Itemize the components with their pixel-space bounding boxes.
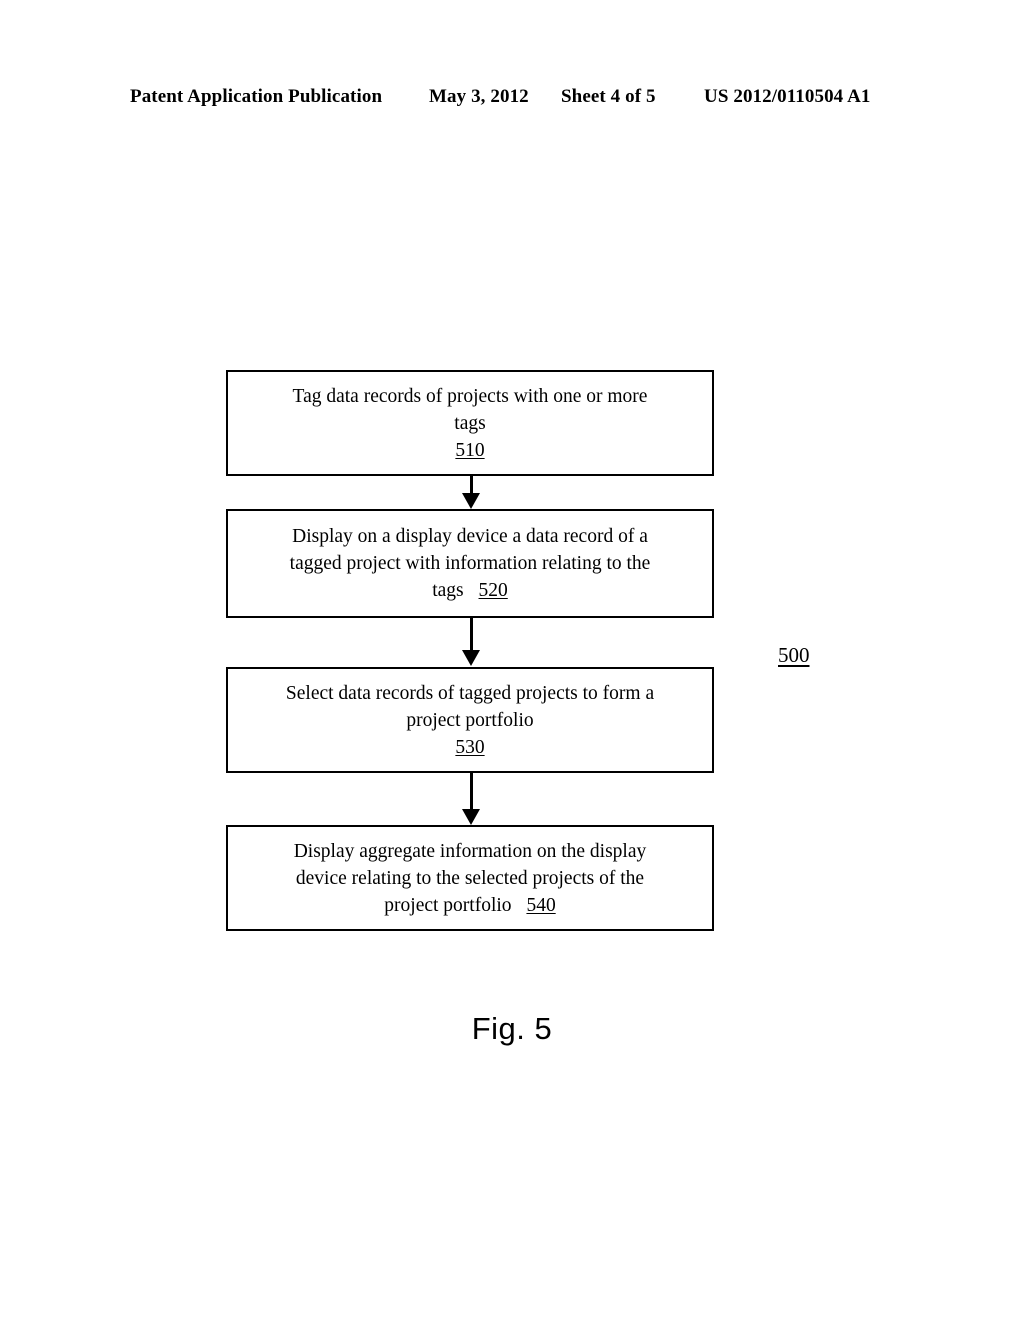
figure-caption: Fig. 5 [471,1011,553,1046]
step-530-reference: 530 [455,736,485,758]
arrowhead-520-to-530-icon [462,650,480,666]
flowchart-step-510: Tag data records of projects with one or… [226,370,714,476]
flowchart-step-530-text: Select data records of tagged projects t… [272,680,668,761]
flowchart-diagram: Tag data records of projects with one or… [0,0,1024,1320]
flowchart-step-530: Select data records of tagged projects t… [226,667,714,773]
arrowhead-510-to-520-icon [462,493,480,509]
step-510-reference: 510 [455,439,485,461]
step-510-body: Tag data records of projects with one or… [292,385,648,434]
flowchart-step-510-text: Tag data records of projects with one or… [279,383,662,464]
flowchart-step-520-text: Display on a display device a data recor… [276,523,665,604]
step-540-body: Display aggregate information on the dis… [293,840,647,916]
flowchart-step-520: Display on a display device a data recor… [226,509,714,618]
flowchart-step-540: Display aggregate information on the dis… [226,825,714,931]
arrowhead-530-to-540-icon [462,809,480,825]
step-540-reference: 540 [526,894,556,916]
step-530-body: Select data records of tagged projects t… [285,682,655,731]
connector-530-to-540 [470,773,473,809]
connector-510-to-520 [470,476,473,494]
flowchart-step-540-text: Display aggregate information on the dis… [280,838,661,919]
figure-overall-reference: 500 [778,643,810,667]
step-520-reference: 520 [478,580,508,601]
connector-520-to-530 [470,618,473,650]
